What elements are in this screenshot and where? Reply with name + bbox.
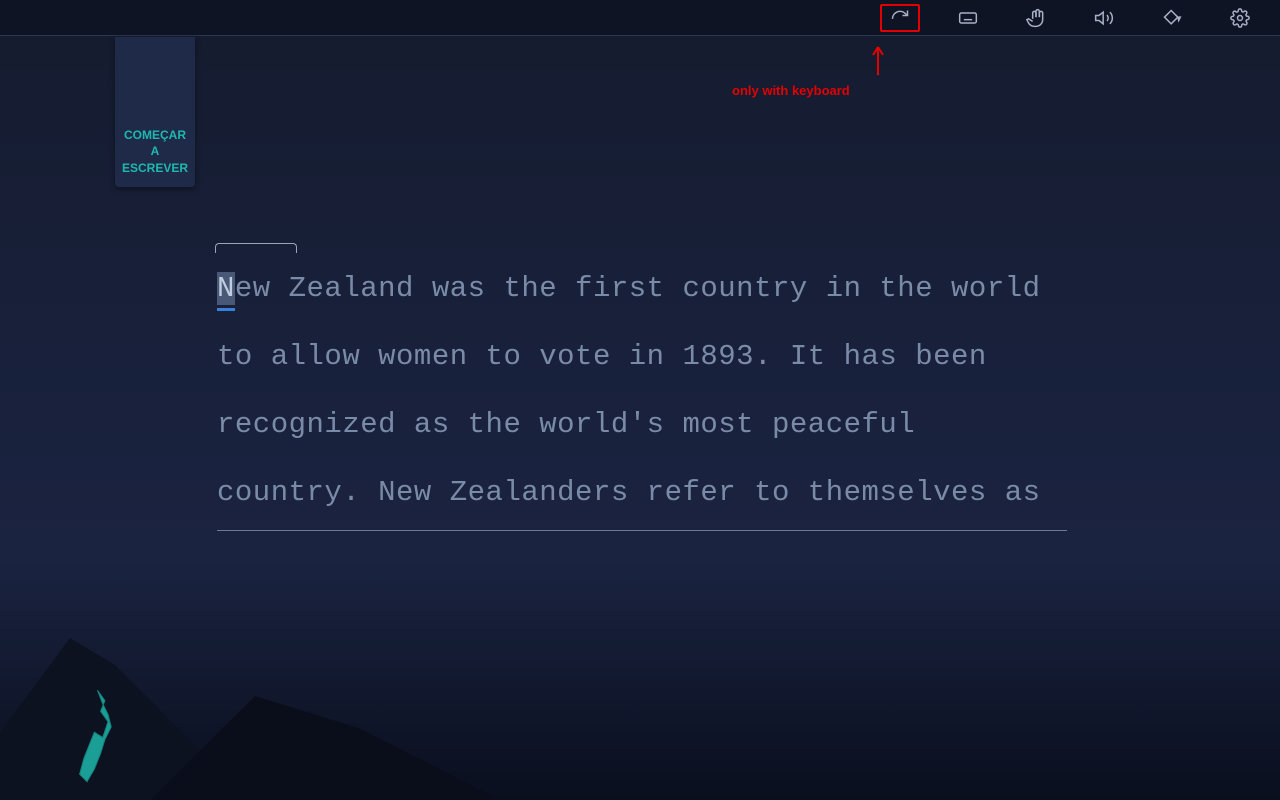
volume-icon[interactable] bbox=[1084, 4, 1124, 32]
remaining-text: ew Zealand was the first country in the … bbox=[217, 272, 1041, 509]
mountain-shape bbox=[150, 670, 500, 800]
paint-icon[interactable] bbox=[1152, 4, 1192, 32]
cursor-indicator bbox=[215, 243, 297, 253]
bookmark-label: COMEÇAR A ESCREVER bbox=[122, 127, 188, 177]
toolbar bbox=[0, 0, 1280, 36]
typing-area[interactable]: New Zealand was the first country in the… bbox=[217, 255, 1067, 531]
nz-map-icon bbox=[70, 685, 125, 790]
typing-text: New Zealand was the first country in the… bbox=[217, 255, 1067, 531]
hand-icon[interactable] bbox=[1016, 4, 1056, 32]
keyboard-icon[interactable] bbox=[948, 4, 988, 32]
background-mountains bbox=[0, 580, 1280, 800]
annotation-arrow-icon bbox=[868, 45, 888, 80]
redo-icon[interactable] bbox=[880, 4, 920, 32]
annotation-label: only with keyboard bbox=[732, 83, 850, 98]
current-character: N bbox=[217, 272, 235, 305]
start-typing-bookmark[interactable]: COMEÇAR A ESCREVER bbox=[115, 37, 195, 187]
settings-icon[interactable] bbox=[1220, 4, 1260, 32]
